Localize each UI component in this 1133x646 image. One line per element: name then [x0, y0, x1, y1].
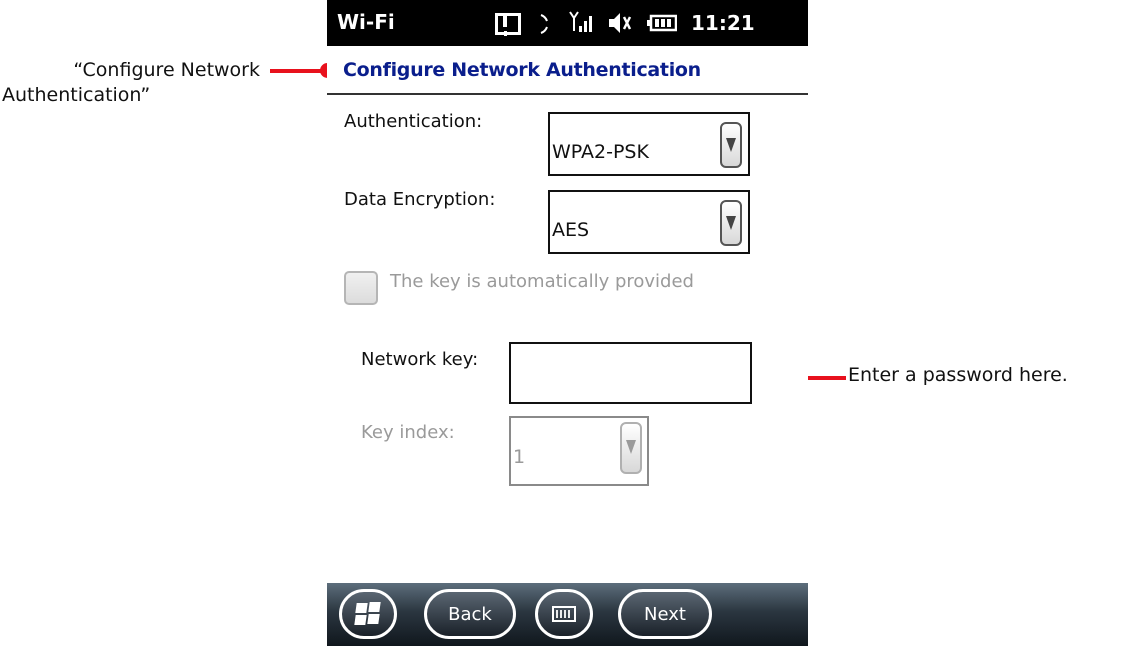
sync-icon — [495, 9, 521, 37]
keyboard-icon — [552, 606, 576, 622]
network-key-input[interactable] — [509, 342, 752, 404]
chevron-down-icon[interactable] — [720, 200, 742, 246]
signal-icon — [569, 9, 593, 37]
callout-configure-label: “Configure Network Authentication” — [0, 58, 268, 108]
callout-password-label: Enter a password here. — [848, 364, 1068, 386]
key-index-value: 1 — [513, 446, 526, 468]
bottom-app-bar: Back Next — [327, 583, 808, 646]
data-encryption-dropdown[interactable]: AES — [548, 190, 750, 254]
authentication-dropdown[interactable]: WPA2-PSK — [548, 112, 750, 176]
network-key-label: Network key: — [361, 349, 479, 370]
chevron-down-icon[interactable] — [620, 422, 642, 474]
callout-line1: “Configure Network — [73, 59, 260, 81]
callout-line2: Authentication” — [2, 84, 151, 106]
battery-icon — [647, 9, 677, 37]
activity-arc-icon — [535, 9, 555, 37]
data-encryption-label: Data Encryption: — [344, 189, 496, 210]
page-title: Configure Network Authentication — [343, 59, 701, 81]
status-bar: Wi-Fi 11:21 — [327, 0, 808, 46]
device-screen: Wi-Fi 11:21 Configure Network Authentica… — [327, 0, 808, 646]
auto-key-label: The key is automatically provided — [390, 271, 694, 292]
data-encryption-value: AES — [552, 219, 590, 241]
header-divider — [327, 93, 808, 95]
clock: 11:21 — [691, 11, 755, 35]
authentication-value: WPA2-PSK — [552, 141, 649, 163]
authentication-label: Authentication: — [344, 111, 483, 132]
next-button[interactable]: Next — [618, 589, 712, 639]
back-button[interactable]: Back — [424, 589, 516, 639]
chevron-down-icon[interactable] — [720, 122, 742, 168]
key-index-label: Key index: — [361, 422, 455, 443]
windows-logo-icon — [354, 602, 381, 626]
status-bar-title[interactable]: Wi-Fi — [337, 10, 395, 34]
auto-key-checkbox[interactable] — [344, 271, 378, 305]
status-icons[interactable]: 11:21 — [495, 7, 800, 39]
start-button[interactable] — [339, 589, 397, 639]
key-index-dropdown[interactable]: 1 — [509, 416, 649, 486]
keyboard-button[interactable] — [535, 589, 593, 639]
volume-muted-icon — [607, 9, 633, 37]
